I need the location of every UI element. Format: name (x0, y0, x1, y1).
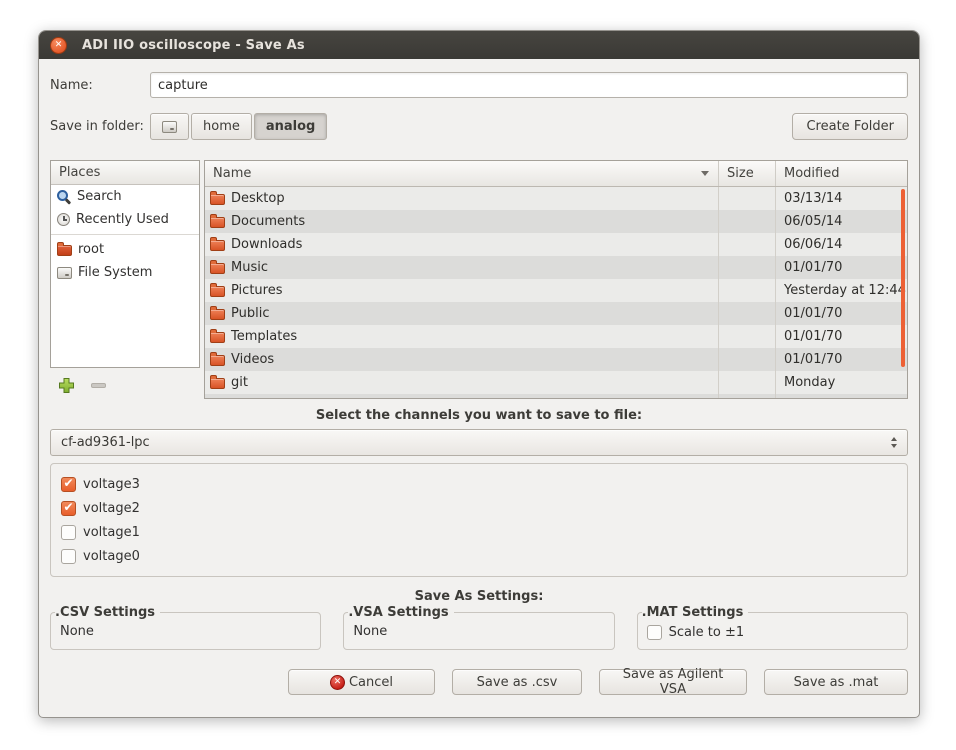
table-row[interactable]: Templates 01/01/70 (205, 325, 907, 348)
add-place-button[interactable] (58, 377, 75, 394)
place-item-label: File System (78, 265, 152, 280)
checkbox-label: Scale to ±1 (669, 625, 744, 640)
place-item-root[interactable]: root (51, 238, 199, 261)
checkbox-label: voltage3 (83, 477, 140, 492)
table-row[interactable]: Public 01/01/70 (205, 302, 907, 325)
save-as-agilent-vsa-button[interactable]: Save as Agilent VSA (599, 669, 747, 695)
table-row-partial[interactable] (205, 394, 907, 399)
table-row[interactable]: Desktop 03/13/14 (205, 187, 907, 210)
close-icon: ✕ (55, 41, 63, 50)
table-row[interactable]: Pictures Yesterday at 12:44 (205, 279, 907, 302)
vsa-settings-title: .VSA Settings (348, 605, 453, 620)
place-item-label: Recently Used (76, 212, 169, 227)
vsa-settings-value: None (353, 621, 604, 639)
name-row: Name: (50, 72, 908, 98)
vsa-settings-group: .VSA Settings None (343, 605, 614, 650)
device-select-value: cf-ad9361-lpc (61, 435, 150, 450)
device-select[interactable]: cf-ad9361-lpc (50, 429, 908, 456)
spinner-arrows-icon (891, 437, 897, 448)
drive-icon (162, 121, 177, 133)
file-list: Name Size Modified Desktop 03/13/14 Docu… (204, 160, 908, 399)
drive-icon (57, 267, 72, 279)
place-item-label: root (78, 242, 104, 257)
checkbox-voltage3[interactable] (61, 477, 76, 492)
home-folder-icon (57, 245, 72, 256)
filesystem-root-button[interactable] (150, 113, 189, 140)
channel-voltage2[interactable]: voltage2 (61, 496, 897, 520)
minus-icon (91, 383, 106, 388)
mat-settings-title: .MAT Settings (642, 605, 749, 620)
column-header-size[interactable]: Size (719, 161, 776, 186)
save-as-dialog: ✕ ADI IIO oscilloscope - Save As Name: S… (38, 30, 920, 718)
table-row[interactable]: Videos 01/01/70 (205, 348, 907, 371)
channel-voltage0[interactable]: voltage0 (61, 544, 897, 568)
channel-voltage3[interactable]: voltage3 (61, 472, 897, 496)
file-rows: Desktop 03/13/14 Documents 06/05/14 Down… (205, 187, 907, 399)
table-row[interactable]: git Monday (205, 371, 907, 394)
path-breadcrumb: home analog (150, 113, 327, 140)
filename-input[interactable] (150, 72, 908, 98)
vertical-scrollbar[interactable] (901, 189, 905, 367)
checkbox-label: voltage1 (83, 525, 140, 540)
csv-settings-title: .CSV Settings (55, 605, 160, 620)
folder-icon (210, 332, 225, 343)
table-row[interactable]: Documents 06/05/14 (205, 210, 907, 233)
folder-icon (210, 263, 225, 274)
place-item-file-system[interactable]: File System (51, 261, 199, 284)
sort-desc-icon (701, 171, 709, 176)
remove-place-button[interactable] (91, 383, 106, 388)
column-header-modified[interactable]: Modified (776, 161, 907, 186)
mat-settings-group: .MAT Settings Scale to ±1 (637, 605, 908, 650)
save-as-settings-heading: Save As Settings: (50, 589, 908, 604)
save-in-folder-label: Save in folder: (50, 119, 150, 134)
table-row[interactable]: Music 01/01/70 (205, 256, 907, 279)
place-item-search[interactable]: Search (51, 185, 199, 208)
name-label: Name: (50, 78, 150, 93)
path-home-button[interactable]: home (191, 113, 252, 140)
save-as-csv-button[interactable]: Save as .csv (452, 669, 582, 695)
channels-frame: voltage3 voltage2 voltage1 voltage0 (50, 463, 908, 577)
place-item-recently-used[interactable]: Recently Used (51, 208, 199, 231)
channels-prompt: Select the channels you want to save to … (50, 408, 908, 423)
places-header[interactable]: Places (51, 161, 199, 185)
create-folder-button[interactable]: Create Folder (792, 113, 908, 140)
folder-icon (210, 355, 225, 366)
table-row[interactable]: Downloads 06/06/14 (205, 233, 907, 256)
csv-settings-value: None (60, 621, 311, 639)
folder-icon (210, 378, 225, 389)
places-panel: Places Search Recently Used root (50, 160, 200, 368)
csv-settings-group: .CSV Settings None (50, 605, 321, 650)
titlebar[interactable]: ✕ ADI IIO oscilloscope - Save As (39, 31, 919, 59)
checkbox-label: voltage0 (83, 549, 140, 564)
places-separator (51, 234, 199, 235)
place-item-label: Search (77, 189, 122, 204)
cancel-button[interactable]: ✕ Cancel (288, 669, 435, 695)
path-analog-button[interactable]: analog (254, 113, 328, 140)
checkbox-voltage2[interactable] (61, 501, 76, 516)
channel-voltage1[interactable]: voltage1 (61, 520, 897, 544)
folder-icon (210, 286, 225, 297)
column-header-name[interactable]: Name (205, 161, 719, 186)
scale-to-1-row[interactable]: Scale to ±1 (647, 621, 898, 642)
save-as-mat-button[interactable]: Save as .mat (764, 669, 908, 695)
checkbox-scale-to-1[interactable] (647, 625, 662, 640)
folder-icon (210, 309, 225, 320)
plus-icon (58, 377, 75, 394)
checkbox-label: voltage2 (83, 501, 140, 516)
window-title: ADI IIO oscilloscope - Save As (82, 38, 305, 53)
checkbox-voltage0[interactable] (61, 549, 76, 564)
recently-used-clock-icon (57, 213, 70, 226)
file-list-header: Name Size Modified (205, 161, 907, 187)
checkbox-voltage1[interactable] (61, 525, 76, 540)
save-in-folder-row: Save in folder: home analog Create Folde… (50, 113, 908, 140)
cancel-circle-icon: ✕ (330, 675, 345, 690)
search-icon (57, 190, 71, 204)
folder-icon (210, 240, 225, 251)
close-button[interactable]: ✕ (50, 37, 67, 54)
folder-icon (210, 217, 225, 228)
folder-icon (210, 194, 225, 205)
